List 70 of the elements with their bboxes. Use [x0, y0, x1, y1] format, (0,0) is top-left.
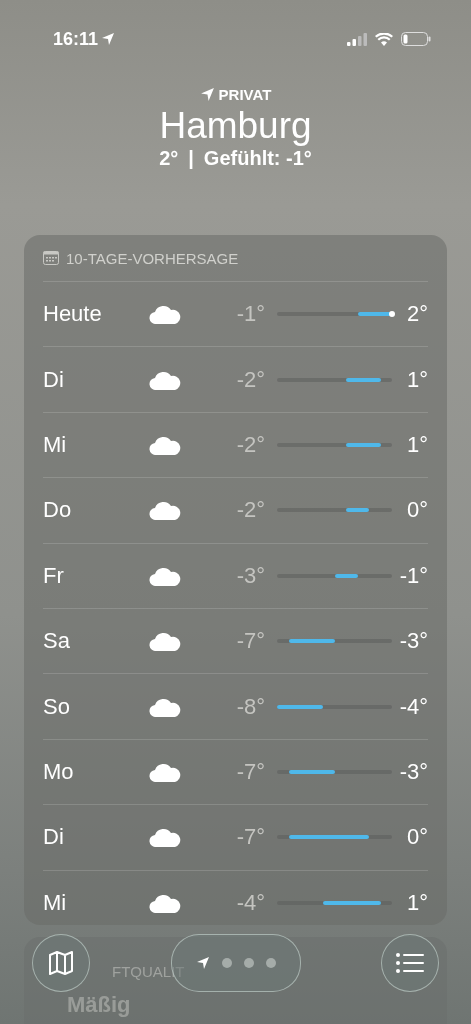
high-temperature: 2° [405, 301, 428, 328]
day-label: So [43, 693, 71, 720]
temperature-range-bar [357, 312, 392, 317]
current-temperature: 2° [159, 147, 179, 170]
low-temperature: -2° [235, 431, 265, 458]
cloud-icon [149, 369, 181, 390]
day-label: Heute [43, 301, 103, 328]
cloud-icon [149, 631, 181, 652]
cloud-icon [149, 565, 181, 586]
low-temperature: -2° [235, 366, 265, 393]
day-label: Fr [43, 562, 65, 589]
high-temperature: -3° [398, 628, 428, 655]
high-temperature: 0° [405, 497, 428, 524]
high-temperature: 0° [405, 824, 428, 851]
low-temperature: -8° [235, 693, 265, 720]
battery-icon [401, 32, 431, 46]
location-arrow-icon [195, 956, 210, 970]
high-temperature: 1° [405, 366, 428, 393]
day-label: Mi [43, 431, 68, 458]
temperature-range-bar [346, 442, 381, 447]
temperature-range-bar [323, 900, 381, 905]
high-temperature: -4° [398, 693, 428, 720]
day-label: Mi [43, 889, 68, 916]
day-label: Di [43, 366, 65, 393]
list-icon [395, 952, 425, 974]
location-arrow-icon [101, 32, 116, 46]
day-label: Do [43, 497, 73, 524]
cloud-icon [149, 500, 181, 521]
location-arrow-icon [199, 87, 215, 102]
page-dot[interactable] [243, 958, 254, 968]
low-temperature: -2° [235, 497, 265, 524]
temperature-range-bar [277, 704, 323, 709]
cloud-icon [149, 434, 181, 455]
low-temperature: -7° [235, 824, 265, 851]
cloud-icon [149, 696, 181, 717]
low-temperature: -4° [235, 889, 265, 916]
low-temperature: -7° [235, 758, 265, 785]
high-temperature: -3° [398, 758, 428, 785]
low-temperature: -7° [235, 628, 265, 655]
day-label: Mo [43, 758, 75, 785]
cloud-icon [149, 761, 181, 782]
separator: | [188, 147, 194, 170]
temperature-range-bar [288, 639, 335, 644]
signal-icon [347, 32, 367, 46]
calendar-icon [43, 251, 59, 265]
map-button[interactable] [32, 934, 90, 992]
card-title: 10-TAGE-VORHERSAGE [66, 249, 239, 267]
high-temperature: -1° [398, 562, 428, 589]
cloud-icon [149, 827, 181, 848]
high-temperature: 1° [405, 431, 428, 458]
map-icon [47, 949, 75, 977]
wifi-icon [375, 32, 393, 46]
low-temperature: -3° [235, 562, 265, 589]
page-dot[interactable] [265, 958, 276, 968]
cloud-icon [149, 892, 181, 913]
cloud-icon [149, 304, 181, 325]
day-label: Di [43, 824, 65, 851]
feels-like: Gefühlt: -1° [203, 147, 312, 170]
location-label: PRIVAT [218, 86, 272, 103]
temperature-range-bar [334, 573, 358, 578]
low-temperature: -1° [235, 301, 265, 328]
temperature-range-bar [288, 769, 335, 774]
high-temperature: 1° [405, 889, 428, 916]
list-button[interactable] [381, 934, 439, 992]
day-label: Sa [43, 628, 71, 655]
city-name: Hamburg [159, 105, 312, 147]
page-dot[interactable] [221, 958, 232, 968]
clock: 16:11 [53, 28, 99, 50]
temperature-range-bar [346, 377, 381, 382]
temperature-range-bar [346, 508, 369, 513]
